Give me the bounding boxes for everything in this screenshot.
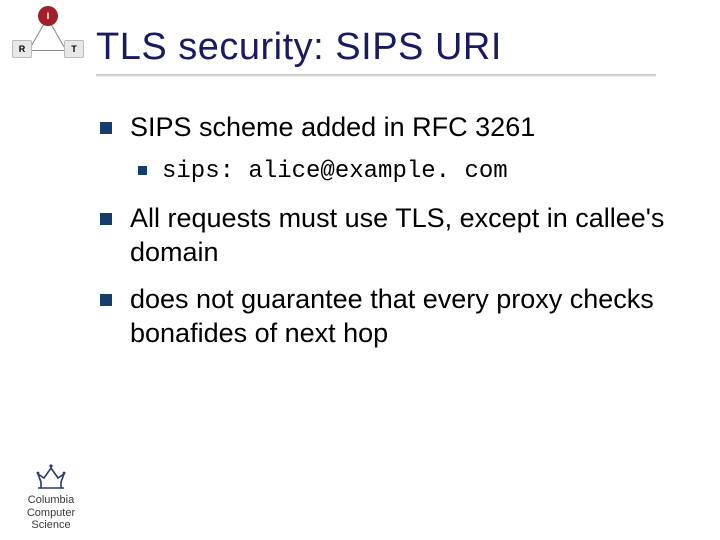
sub-bullet-text: sips: alice@example. com: [162, 158, 508, 185]
node-i: I: [38, 6, 58, 26]
bullet-list: SIPS scheme added in RFC 3261 sips: alic…: [96, 110, 690, 351]
node-label: T: [71, 44, 77, 54]
bullet: All requests must use TLS, except in cal…: [96, 201, 690, 270]
bullet-text: does not guarantee that every proxy chec…: [130, 284, 654, 349]
node-t: T: [64, 40, 84, 58]
title-divider: [96, 74, 656, 77]
bullet: does not guarantee that every proxy chec…: [96, 282, 690, 351]
node-label: R: [19, 44, 26, 54]
content: SIPS scheme added in RFC 3261 sips: alic…: [96, 110, 690, 363]
page-title: TLS security: SIPS URI: [96, 26, 502, 69]
slide: { "topleft": { "i": "I", "r": "R", "t": …: [0, 0, 720, 540]
bullet-text: SIPS scheme added in RFC 3261: [130, 112, 535, 142]
footer-line: Science: [6, 519, 96, 532]
bullet-text: All requests must use TLS, except in cal…: [130, 203, 664, 268]
node-label: I: [47, 11, 50, 21]
page-title-container: TLS security: SIPS URI: [96, 18, 696, 76]
node-r: R: [12, 40, 32, 58]
bullet: SIPS scheme added in RFC 3261 sips: alic…: [96, 110, 690, 187]
footer-line: Columbia: [6, 494, 96, 507]
sub-bullet-list: sips: alice@example. com: [130, 155, 690, 187]
crown-icon: [34, 462, 68, 492]
footer-line: Computer: [6, 507, 96, 520]
footer: Columbia Computer Science: [6, 462, 96, 532]
network-graphic: I R T: [8, 4, 86, 84]
sub-bullet: sips: alice@example. com: [130, 155, 690, 187]
